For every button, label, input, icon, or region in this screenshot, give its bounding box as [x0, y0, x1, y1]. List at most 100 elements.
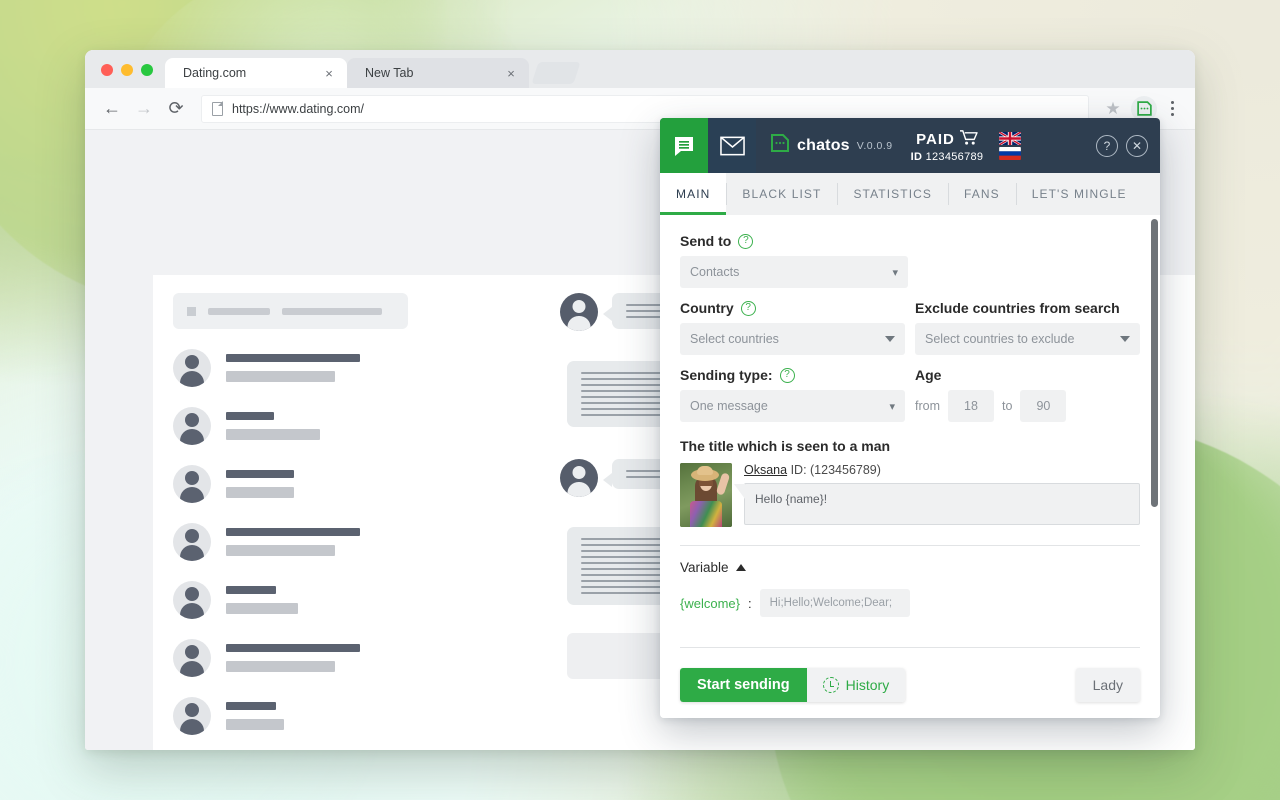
country-label-text: Country: [680, 300, 734, 316]
close-window-button[interactable]: [101, 64, 113, 76]
language-switcher[interactable]: [999, 118, 1022, 173]
new-tab-button[interactable]: [531, 62, 581, 84]
russia-flag-icon[interactable]: [999, 146, 1022, 160]
country-value: Select countries: [690, 332, 779, 346]
footer-button-group: Start sending History: [680, 668, 906, 702]
age-from-input[interactable]: 18: [948, 390, 994, 422]
brand-name: chatos: [797, 136, 850, 154]
exclude-countries-value: Select countries to exclude: [925, 332, 1075, 346]
variable-colon: :: [747, 595, 752, 611]
maximize-window-button[interactable]: [141, 64, 153, 76]
profile-photo[interactable]: [680, 463, 732, 527]
profile-name-link[interactable]: Oksana: [744, 463, 787, 477]
message-textarea[interactable]: Hello {name}!: [733, 483, 1140, 525]
start-sending-button[interactable]: Start sending: [680, 668, 807, 702]
mail-tab-icon[interactable]: [708, 118, 756, 173]
list-item[interactable]: [153, 581, 428, 619]
avatar: [560, 459, 598, 497]
tab-title: New Tab: [365, 66, 414, 80]
history-button[interactable]: History: [806, 668, 906, 702]
title-section: The title which is seen to a man Oksana …: [680, 438, 1140, 527]
cart-icon[interactable]: [959, 129, 978, 151]
country-row: Country ? Select countries Exclude count…: [680, 300, 1140, 355]
exclude-countries-select[interactable]: Select countries to exclude: [915, 323, 1140, 355]
list-item[interactable]: [153, 349, 428, 387]
sending-type-field: Sending type: ? One message ▾: [680, 367, 905, 422]
brand-block: chatos V.0.0.9: [756, 118, 893, 173]
message-composer: Oksana ID: (123456789) Hello {name}!: [680, 463, 1140, 527]
browser-menu-icon[interactable]: [1161, 101, 1183, 116]
placeholder-bar: [208, 307, 270, 315]
list-item[interactable]: [153, 639, 428, 677]
tab-main[interactable]: MAIN: [660, 173, 727, 215]
age-to-input[interactable]: 90: [1020, 390, 1067, 422]
help-icon[interactable]: ?: [779, 367, 795, 383]
avatar: [173, 407, 211, 445]
account-id: ID 123456789: [911, 151, 984, 163]
country-select[interactable]: Select countries: [680, 323, 905, 355]
brand-version: V.0.0.9: [856, 139, 893, 152]
avatar: [560, 293, 598, 331]
chat-tab-icon[interactable]: [660, 118, 708, 173]
tab-black-list[interactable]: BLACK LIST: [726, 173, 837, 215]
age-label: Age: [915, 367, 942, 383]
list-item[interactable]: [153, 523, 428, 561]
country-label: Country ?: [680, 300, 905, 316]
panel-scroll-content: Send to ? Contacts ▾ Country ? Select co…: [660, 215, 1160, 652]
browser-tab-strip: Dating.com × New Tab ×: [85, 50, 1195, 88]
account-id-value: 123456789: [925, 150, 984, 163]
avatar: [173, 697, 211, 735]
chatos-panel: chatos V.0.0.9 PAID ID 123456789 ? ✕ MAI…: [660, 118, 1160, 718]
paid-badge: PAID: [916, 131, 955, 148]
sending-type-value: One message: [690, 399, 768, 413]
avatar: [173, 581, 211, 619]
sending-type-row: Sending type: ? One message ▾ Age from 1…: [680, 367, 1140, 422]
sending-type-select[interactable]: One message ▾: [680, 390, 905, 422]
country-field: Country ? Select countries: [680, 300, 905, 355]
tab-close-icon[interactable]: ×: [503, 65, 519, 81]
sidebar-search-placeholder[interactable]: [173, 293, 408, 329]
page-document-icon: [212, 101, 223, 116]
chevron-down-icon: ▾: [889, 400, 895, 413]
scrollbar-thumb[interactable]: [1151, 219, 1158, 507]
lady-button[interactable]: Lady: [1075, 668, 1140, 702]
avatar: [173, 465, 211, 503]
uk-flag-icon[interactable]: [999, 131, 1022, 145]
sending-type-label-text: Sending type:: [680, 367, 773, 383]
forward-icon[interactable]: →: [129, 94, 159, 124]
reload-icon[interactable]: ⟳: [161, 94, 191, 124]
tab-close-icon[interactable]: ×: [321, 65, 337, 81]
browser-tab-newtab[interactable]: New Tab ×: [347, 58, 529, 88]
close-icon[interactable]: ✕: [1126, 134, 1148, 157]
panel-tab-bar: MAIN BLACK LIST STATISTICS FANS LET'S MI…: [660, 173, 1160, 215]
placeholder-bar: [282, 307, 382, 315]
minimize-window-button[interactable]: [121, 64, 133, 76]
variable-section-header[interactable]: Variable: [680, 560, 1140, 575]
chevron-down-icon: ▾: [892, 266, 898, 279]
back-icon[interactable]: ←: [97, 94, 127, 124]
send-to-label: Send to ?: [680, 233, 1140, 249]
help-icon[interactable]: ?: [1096, 134, 1118, 157]
address-bar-value: https://www.dating.com/: [232, 101, 365, 116]
tab-statistics[interactable]: STATISTICS: [837, 173, 948, 215]
help-icon[interactable]: ?: [740, 300, 756, 316]
send-to-value: Contacts: [690, 265, 740, 279]
avatar: [173, 639, 211, 677]
contacts-sidebar: [153, 275, 428, 750]
send-to-select[interactable]: Contacts ▾: [680, 256, 908, 288]
avatar: [173, 349, 211, 387]
list-item[interactable]: [153, 697, 428, 735]
tab-lets-mingle[interactable]: LET'S MINGLE: [1015, 173, 1143, 215]
avatar: [173, 523, 211, 561]
account-id-prefix: ID: [910, 150, 923, 163]
caret-down-icon: [1120, 336, 1130, 342]
help-icon[interactable]: ?: [738, 233, 754, 249]
list-item[interactable]: [153, 407, 428, 445]
browser-tab-dating[interactable]: Dating.com ×: [165, 58, 347, 88]
window-traffic-lights: [95, 64, 165, 88]
tab-fans[interactable]: FANS: [948, 173, 1016, 215]
caret-up-icon[interactable]: [735, 564, 746, 571]
panel-scrollbar[interactable]: [1151, 217, 1158, 650]
variable-value-input[interactable]: Hi;Hello;Welcome;Dear;: [759, 589, 910, 617]
list-item[interactable]: [153, 465, 428, 503]
